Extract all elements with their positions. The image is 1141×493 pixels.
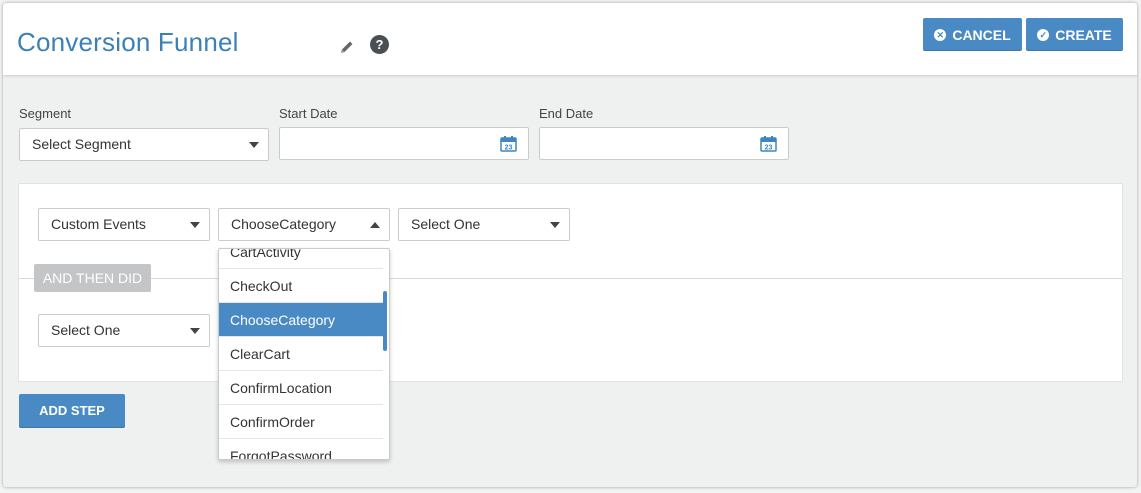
funnel-editor-window: Conversion Funnel ? ✕ CANCEL ✓ CREATE Se…: [3, 3, 1137, 487]
pencil-icon[interactable]: [339, 39, 355, 55]
segment-label: Segment: [19, 106, 72, 121]
calendar-icon[interactable]: 23: [500, 135, 517, 152]
chevron-up-icon: [370, 222, 380, 228]
step1-property-value: Select One: [411, 216, 481, 232]
event-name-dropdown-list: CartActivity CheckOut ChooseCategory Cle…: [218, 248, 390, 460]
chevron-down-icon: [550, 222, 560, 228]
chevron-down-icon: [190, 328, 200, 334]
segment-select[interactable]: Select Segment: [19, 128, 269, 161]
calendar-day: 23: [505, 145, 513, 152]
chevron-down-icon: [190, 222, 200, 228]
calendar-day: 23: [765, 145, 773, 152]
chevron-down-icon: [249, 142, 259, 148]
add-step-button[interactable]: ADD STEP: [19, 394, 125, 428]
funnel-steps-panel: Custom Events ChooseCategory Select One …: [18, 183, 1123, 382]
dropdown-option-selected[interactable]: ChooseCategory: [219, 303, 383, 337]
step2-event-type-value: Select One: [51, 322, 121, 338]
create-label: CREATE: [1055, 26, 1112, 43]
dropdown-options: CartActivity CheckOut ChooseCategory Cle…: [219, 249, 383, 459]
dropdown-option[interactable]: CheckOut: [219, 269, 383, 303]
step-divider: [19, 278, 1122, 279]
step1-event-type-select[interactable]: Custom Events: [38, 208, 210, 241]
then-did-badge: AND THEN DID: [34, 264, 151, 292]
dropdown-scrollbar[interactable]: [383, 291, 387, 351]
segment-select-value: Select Segment: [32, 136, 131, 152]
step1-event-name-value: ChooseCategory: [231, 216, 337, 232]
step1-event-type-value: Custom Events: [51, 216, 146, 232]
end-date-input[interactable]: 23: [539, 127, 789, 160]
step1-event-name-select[interactable]: ChooseCategory: [218, 208, 390, 241]
check-circle-icon: ✓: [1037, 28, 1050, 41]
cancel-button[interactable]: ✕ CANCEL: [923, 18, 1022, 51]
cancel-label: CANCEL: [952, 26, 1011, 43]
dropdown-option[interactable]: ClearCart: [219, 337, 383, 371]
dropdown-option[interactable]: CartActivity: [219, 249, 383, 269]
end-date-label: End Date: [539, 106, 594, 121]
help-icon[interactable]: ?: [370, 35, 389, 54]
step2-event-type-select[interactable]: Select One: [38, 314, 210, 347]
start-date-input[interactable]: 23: [279, 127, 529, 160]
create-button[interactable]: ✓ CREATE: [1026, 18, 1123, 51]
step1-property-select[interactable]: Select One: [398, 208, 570, 241]
dropdown-option[interactable]: ConfirmLocation: [219, 371, 383, 405]
calendar-icon[interactable]: 23: [760, 135, 777, 152]
page-title: Conversion Funnel: [17, 27, 239, 57]
dropdown-option[interactable]: ConfirmOrder: [219, 405, 383, 439]
close-circle-icon: ✕: [934, 28, 947, 41]
dropdown-option[interactable]: ForgotPassword: [219, 439, 383, 459]
start-date-label: Start Date: [279, 106, 338, 121]
header-bar: Conversion Funnel ? ✕ CANCEL ✓ CREATE: [3, 3, 1137, 76]
